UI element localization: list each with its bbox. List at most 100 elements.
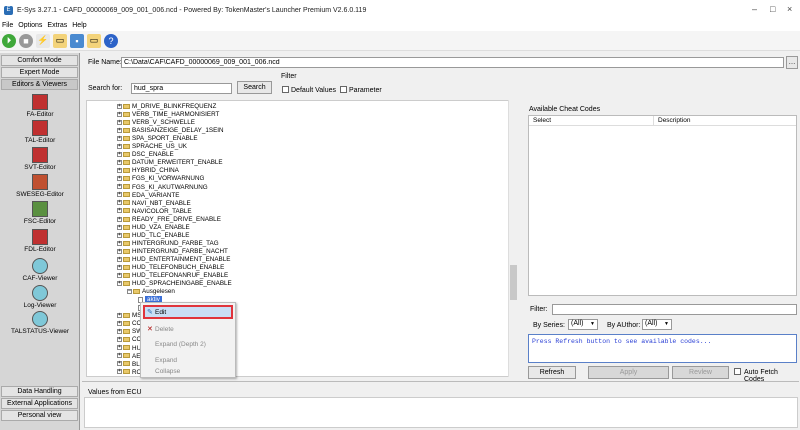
tree-icon[interactable]: ⚡	[36, 33, 50, 48]
expand-toggle-icon[interactable]: +	[117, 176, 122, 182]
search-button[interactable]: Search	[237, 81, 272, 94]
expert-mode-button[interactable]: Expert Mode	[1, 67, 78, 78]
file-name-field[interactable]	[121, 57, 784, 68]
expand-toggle-icon[interactable]: +	[117, 136, 122, 142]
data-handling-button[interactable]: Data Handling	[1, 386, 78, 397]
tree-item-ausgelesen[interactable]: – Ausgelesen	[127, 288, 175, 296]
expand-toggle-icon[interactable]: +	[117, 208, 122, 214]
close-icon[interactable]: ×	[787, 4, 792, 14]
expand-toggle-icon[interactable]: +	[117, 240, 122, 246]
cheat-codes-table[interactable]: Select Description	[528, 115, 797, 296]
editors-viewers-button[interactable]: Editors & Viewers	[1, 79, 78, 90]
tree-item[interactable]: + VERB_V_SCHWELLE	[117, 119, 195, 127]
open-file-icon[interactable]: ▭	[87, 33, 101, 48]
by-author-select[interactable]: (All) ▼	[642, 319, 672, 330]
expand-toggle-icon[interactable]: +	[117, 127, 122, 133]
fdl-editor-tool[interactable]: FDL-Editor	[4, 229, 76, 253]
expand-toggle-icon[interactable]: +	[117, 160, 122, 166]
svt-editor-tool[interactable]: SVT-Editor	[4, 147, 76, 171]
tree-scroll-thumb[interactable]	[510, 265, 517, 300]
tree-item[interactable]: + VERB_TIME_HARMONISIERT	[117, 111, 219, 119]
tree-item[interactable]: + HUD_TELEFONANRUF_ENABLE	[117, 272, 228, 280]
personal-view-button[interactable]: Personal view	[1, 410, 78, 421]
expand-toggle-icon[interactable]: +	[117, 248, 122, 254]
expand-toggle-icon[interactable]: +	[117, 103, 122, 109]
talstatus-viewer-tool[interactable]: TALSTATUS-Viewer	[4, 311, 76, 335]
save-icon[interactable]: ▪	[70, 33, 84, 48]
tree-item[interactable]: + HUD_VZA_ENABLE	[117, 224, 190, 232]
tree-item[interactable]: + HUD_ENTERTAINMENT_ENABLE	[117, 256, 230, 264]
expand-toggle-icon[interactable]: +	[117, 353, 122, 359]
expand-toggle-icon[interactable]: +	[117, 216, 122, 222]
column-select[interactable]: Select	[529, 116, 654, 125]
tree-item[interactable]: + M_DRIVE_BLINKFREQUENZ	[117, 103, 216, 111]
expand-toggle-icon[interactable]: +	[117, 256, 122, 262]
expand-toggle-icon[interactable]: +	[117, 111, 122, 117]
menu-help[interactable]: Help	[72, 22, 86, 29]
cheat-filter-input[interactable]	[552, 304, 797, 315]
tree-item[interactable]: + DATUM_ERWEITERT_ENABLE	[117, 159, 223, 167]
sweseg-editor-tool[interactable]: SWESEG-Editor	[4, 174, 76, 198]
tree-scrollbar[interactable]	[508, 100, 517, 377]
log-viewer-tool[interactable]: Log-Viewer	[4, 285, 76, 309]
parameter-checkbox[interactable]	[340, 86, 347, 93]
expand-toggle-icon[interactable]: +	[117, 313, 122, 319]
expand-toggle-icon[interactable]: +	[117, 361, 122, 367]
expand-toggle-icon[interactable]: +	[117, 329, 122, 335]
expand-toggle-icon[interactable]: +	[117, 264, 122, 270]
review-button[interactable]: Revlew	[672, 366, 729, 379]
expand-toggle-icon[interactable]: +	[117, 168, 122, 174]
tree-item[interactable]: + EDA_VARIANTE	[117, 192, 179, 200]
expand-toggle-icon[interactable]: +	[117, 321, 122, 327]
menu-file[interactable]: File	[2, 22, 13, 29]
expand-toggle-icon[interactable]: +	[117, 184, 122, 190]
tree-item[interactable]: + HYBRID_CHINA	[117, 167, 179, 175]
apply-button[interactable]: Apply	[588, 366, 669, 379]
help-icon[interactable]: ?	[104, 33, 118, 48]
caf-viewer-tool[interactable]: CAF-Viewer	[4, 258, 76, 282]
expand-toggle-icon[interactable]: +	[117, 119, 122, 125]
tree-item[interactable]: + HUD_TELEFONBUCH_ENABLE	[117, 264, 224, 272]
tree-item[interactable]: + SPRACHE_US_UK	[117, 143, 187, 151]
expand-toggle-icon[interactable]: –	[127, 288, 132, 294]
expand-toggle-icon[interactable]: +	[117, 280, 122, 286]
default-values-checkbox[interactable]	[282, 86, 289, 93]
expand-toggle-icon[interactable]: +	[117, 192, 122, 198]
external-applications-button[interactable]: External Applications	[1, 398, 78, 409]
tree-item[interactable]: + HUD_TLC_ENABLE	[117, 232, 189, 240]
column-description[interactable]: Description	[654, 116, 691, 125]
disconnect-icon[interactable]: ■	[19, 33, 33, 48]
by-series-select[interactable]: (All) ▼	[568, 319, 598, 330]
tree-item[interactable]: + HINTERGRUND_FARBE_TAG	[117, 240, 219, 248]
tree-item[interactable]: + BASISANZEIGE_DELAY_1SEIN	[117, 127, 224, 135]
menu-options[interactable]: Options	[18, 22, 42, 29]
expand-toggle-icon[interactable]: +	[117, 369, 122, 375]
context-menu-expand-depth2[interactable]: Expand (Depth 2)	[155, 341, 206, 348]
refresh-button[interactable]: Refresh	[528, 366, 576, 379]
open-folder-icon[interactable]: ▭	[53, 33, 67, 48]
context-menu-collapse[interactable]: Collapse	[155, 368, 180, 375]
tree-item[interactable]: + NAVICOLOR_TABLE	[117, 208, 192, 216]
tree-item[interactable]: + READY_FRE_DRIVE_ENABLE	[117, 216, 221, 224]
tree-item[interactable]: + SPA_SPORT_ENABLE	[117, 135, 198, 143]
expand-toggle-icon[interactable]: +	[117, 337, 122, 343]
splitter[interactable]	[82, 381, 799, 382]
expand-toggle-icon[interactable]: +	[117, 200, 122, 206]
ecu-values-panel[interactable]	[84, 397, 798, 428]
auto-fetch-checkbox[interactable]	[734, 368, 741, 375]
expand-toggle-icon[interactable]: +	[117, 232, 122, 238]
tree-item[interactable]: + DSC_ENABLE	[117, 151, 174, 159]
search-input[interactable]	[131, 83, 232, 94]
context-menu-edit[interactable]: Edit	[155, 309, 166, 316]
context-menu-delete[interactable]: Delete	[155, 326, 174, 333]
tree-item[interactable]: + FGS_KI_AKUTWARNUNG	[117, 184, 208, 192]
expand-toggle-icon[interactable]: +	[117, 224, 122, 230]
fa-editor-tool[interactable]: FA-Editor	[4, 94, 76, 118]
connect-icon[interactable]: ⏵	[2, 33, 16, 48]
fsc-editor-tool[interactable]: FSC-Editor	[4, 201, 76, 225]
context-menu-expand[interactable]: Expand	[155, 357, 177, 364]
tree-item[interactable]: + NAVI_NBT_ENABLE	[117, 200, 191, 208]
expand-toggle-icon[interactable]: +	[117, 152, 122, 158]
minimize-icon[interactable]: –	[752, 4, 757, 14]
tree-item[interactable]: + HINTERGRUND_FARBE_NACHT	[117, 248, 228, 256]
